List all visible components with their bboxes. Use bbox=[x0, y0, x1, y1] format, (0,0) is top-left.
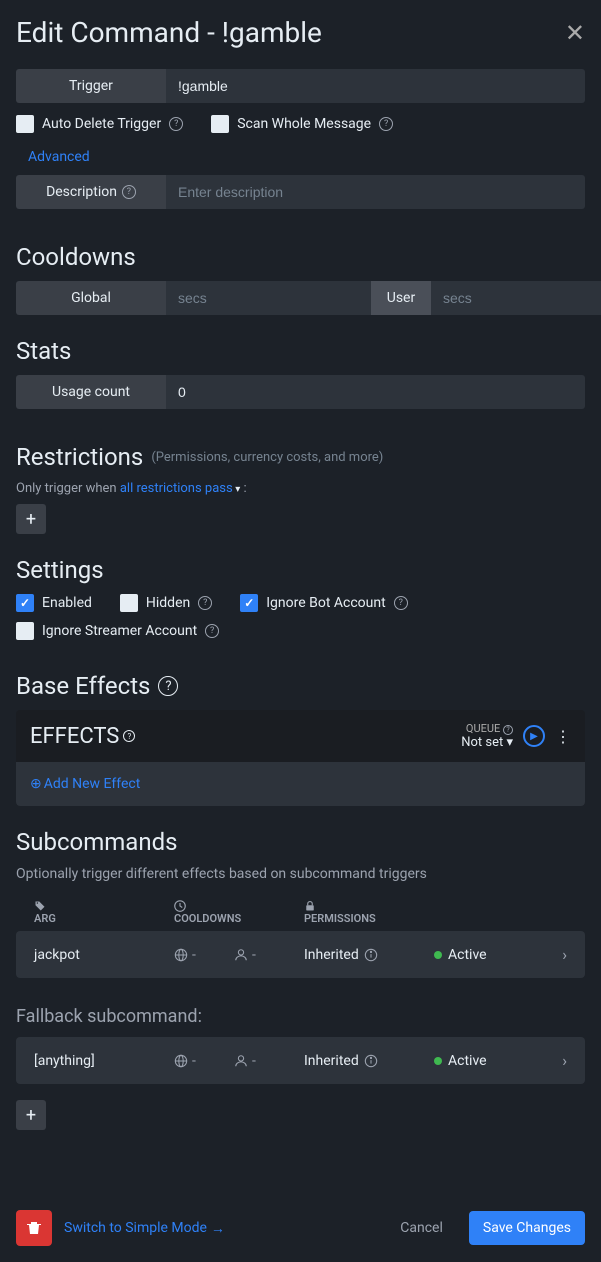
trigger-label: Trigger bbox=[16, 69, 166, 103]
help-icon[interactable] bbox=[122, 185, 136, 199]
subcommand-row[interactable]: jackpot - - Inherited Active › bbox=[16, 931, 585, 978]
description-label: Description bbox=[16, 175, 166, 209]
restrictions-hint: (Permissions, currency costs, and more) bbox=[151, 450, 383, 465]
play-icon[interactable]: ▶ bbox=[523, 725, 545, 747]
chevron-down-icon: ▾ bbox=[506, 735, 513, 750]
help-icon[interactable] bbox=[205, 624, 219, 638]
info-icon bbox=[364, 948, 378, 962]
plus-icon: ⊕ bbox=[30, 776, 42, 792]
chevron-right-icon: › bbox=[562, 1051, 567, 1070]
ignore-streamer-label: Ignore Streamer Account bbox=[42, 623, 197, 639]
usage-count-input[interactable] bbox=[166, 375, 585, 409]
subcommand-arg: jackpot bbox=[34, 947, 174, 963]
stats-title: Stats bbox=[16, 337, 585, 365]
delete-button[interactable] bbox=[16, 1210, 52, 1246]
arrow-right-icon: → bbox=[211, 1220, 225, 1237]
global-cooldown-label: Global bbox=[16, 281, 166, 315]
enabled-checkbox[interactable] bbox=[16, 594, 34, 612]
clock-icon bbox=[174, 900, 304, 912]
base-effects-title: Base Effects bbox=[16, 672, 585, 700]
global-cooldown-input[interactable] bbox=[166, 281, 371, 315]
usage-count-label: Usage count bbox=[16, 375, 166, 409]
help-icon bbox=[503, 725, 513, 735]
help-icon[interactable] bbox=[158, 676, 178, 696]
switch-simple-link[interactable]: Switch to Simple Mode → bbox=[64, 1220, 225, 1237]
subcommand-arg: [anything] bbox=[34, 1053, 174, 1069]
status-dot bbox=[434, 1057, 442, 1065]
subcommands-title: Subcommands bbox=[16, 828, 585, 856]
description-input[interactable] bbox=[166, 175, 585, 209]
lock-icon bbox=[304, 900, 567, 912]
scan-whole-label: Scan Whole Message bbox=[237, 116, 371, 132]
user-cooldown-input[interactable] bbox=[431, 281, 601, 315]
help-icon[interactable] bbox=[394, 596, 408, 610]
trash-icon bbox=[26, 1220, 42, 1236]
user-icon bbox=[234, 1054, 248, 1068]
trigger-input[interactable] bbox=[166, 69, 585, 103]
help-icon[interactable] bbox=[198, 596, 212, 610]
fallback-subcommand-row[interactable]: [anything] - - Inherited Active › bbox=[16, 1037, 585, 1084]
add-restriction-button[interactable]: + bbox=[16, 504, 46, 534]
subcommand-headers: ARG COOLDOWNS PERMISSIONS bbox=[16, 894, 585, 931]
hidden-checkbox[interactable] bbox=[120, 594, 138, 612]
ignore-bot-label: Ignore Bot Account bbox=[266, 595, 385, 611]
cancel-button[interactable]: Cancel bbox=[386, 1211, 457, 1245]
globe-icon bbox=[174, 1054, 188, 1068]
auto-delete-label: Auto Delete Trigger bbox=[42, 116, 161, 132]
hidden-label: Hidden bbox=[146, 595, 190, 611]
restrictions-mode-dropdown[interactable]: all restrictions pass bbox=[120, 481, 240, 496]
globe-icon bbox=[174, 948, 188, 962]
fallback-title: Fallback subcommand: bbox=[16, 1006, 585, 1027]
help-icon[interactable] bbox=[123, 730, 135, 742]
info-icon bbox=[364, 1054, 378, 1068]
more-icon[interactable]: ⋮ bbox=[555, 727, 571, 746]
add-effect-button[interactable]: ⊕Add New Effect bbox=[30, 776, 140, 792]
user-cooldown-label: User bbox=[371, 281, 431, 315]
save-button[interactable]: Save Changes bbox=[469, 1211, 585, 1245]
tag-icon bbox=[34, 900, 174, 912]
settings-title: Settings bbox=[16, 556, 585, 584]
help-icon[interactable] bbox=[379, 117, 393, 131]
chevron-right-icon: › bbox=[562, 945, 567, 964]
ignore-streamer-checkbox[interactable] bbox=[16, 622, 34, 640]
restrictions-title: Restrictions (Permissions, currency cost… bbox=[16, 443, 585, 471]
ignore-bot-checkbox[interactable] bbox=[240, 594, 258, 612]
queue-selector[interactable]: QUEUE Not set ▾ bbox=[461, 722, 513, 750]
auto-delete-checkbox[interactable] bbox=[16, 115, 34, 133]
cooldowns-title: Cooldowns bbox=[16, 243, 585, 271]
help-icon[interactable] bbox=[169, 117, 183, 131]
advanced-link[interactable]: Advanced bbox=[28, 149, 585, 165]
scan-whole-checkbox[interactable] bbox=[211, 115, 229, 133]
user-icon bbox=[234, 948, 248, 962]
restrictions-condition: Only trigger when all restrictions pass … bbox=[16, 481, 585, 496]
status-dot bbox=[434, 951, 442, 959]
effects-label: EFFECTS bbox=[30, 724, 135, 749]
enabled-label: Enabled bbox=[42, 595, 92, 611]
add-subcommand-button[interactable]: + bbox=[16, 1100, 46, 1130]
modal-title: Edit Command - !gamble bbox=[16, 16, 322, 49]
close-icon[interactable]: ✕ bbox=[565, 19, 585, 47]
subcommands-desc: Optionally trigger different effects bas… bbox=[16, 866, 585, 882]
